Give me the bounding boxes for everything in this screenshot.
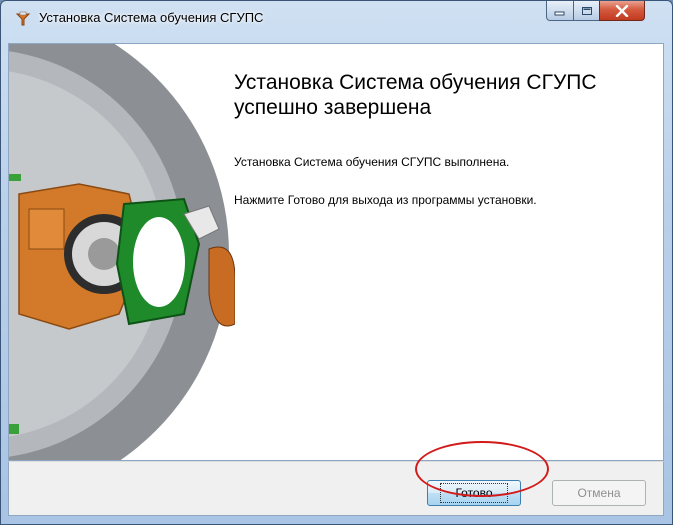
installer-window: Установка Система обучения СГУПС Установ… — [0, 0, 673, 525]
cancel-button-label: Отмена — [577, 486, 621, 500]
completion-heading: Установка Система обучения СГУПС успешно… — [234, 71, 597, 119]
window-title: Установка Система обучения СГУПС — [39, 10, 264, 25]
highlight-ellipse — [415, 441, 549, 497]
close-button[interactable] — [599, 1, 645, 21]
close-icon — [615, 4, 629, 17]
minimize-icon — [554, 11, 565, 15]
side-banner-image — [9, 44, 235, 460]
installer-app-icon — [15, 11, 31, 27]
minimize-button[interactable] — [546, 1, 574, 21]
maximize-icon — [581, 6, 592, 15]
cancel-button[interactable]: Отмена — [552, 480, 646, 506]
completion-text: Установка Система обучения СГУПС выполне… — [234, 155, 510, 169]
maximize-button[interactable] — [573, 1, 600, 21]
welcome-panel: Установка Система обучения СГУПС успешно… — [8, 43, 664, 461]
button-bar: Готово Отмена — [8, 461, 664, 516]
exit-instruction-text: Нажмите Готово для выхода из программы у… — [234, 193, 537, 207]
title-bar[interactable]: Установка Система обучения СГУПС — [1, 1, 672, 35]
